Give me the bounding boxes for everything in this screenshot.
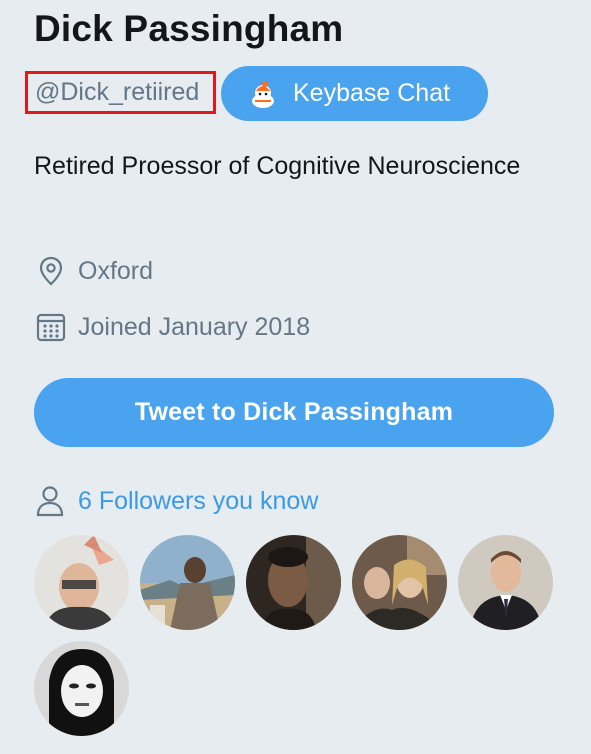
person-icon	[34, 484, 66, 518]
profile-name: Dick Passingham	[34, 8, 344, 49]
followers-you-know-link[interactable]: 6 Followers you know	[78, 487, 318, 516]
joined-text: Joined January 2018	[78, 312, 311, 341]
profile-handle[interactable]: @Dick_retiired	[35, 78, 199, 107]
keybase-chat-label: Keybase Chat	[293, 79, 451, 107]
location-pin-icon	[34, 254, 68, 288]
follower-avatar[interactable]	[140, 535, 235, 630]
location-text: Oxford	[78, 256, 154, 285]
joined-row: Joined January 2018	[34, 310, 310, 344]
tweet-to-label: Tweet to Dick Passingham	[134, 398, 454, 426]
location-row: Oxford	[34, 254, 153, 288]
follower-avatar[interactable]	[34, 535, 129, 630]
follower-avatar[interactable]	[34, 641, 129, 736]
handle-highlight-box: @Dick_retiired	[25, 71, 216, 114]
follower-avatar[interactable]	[458, 535, 553, 630]
keybase-icon	[247, 78, 279, 110]
profile-bio: Retired Proessor of Cognitive Neuroscien…	[34, 152, 521, 180]
followers-you-know-row[interactable]: 6 Followers you know	[34, 484, 318, 518]
follower-avatar[interactable]	[246, 535, 341, 630]
keybase-chat-button[interactable]: Keybase Chat	[221, 66, 488, 121]
calendar-icon	[34, 310, 68, 344]
profile-card: Dick Passingham @Dick_retiired Keybase C…	[0, 0, 591, 754]
follower-avatar[interactable]	[352, 535, 447, 630]
tweet-to-button[interactable]: Tweet to Dick Passingham	[34, 378, 554, 447]
